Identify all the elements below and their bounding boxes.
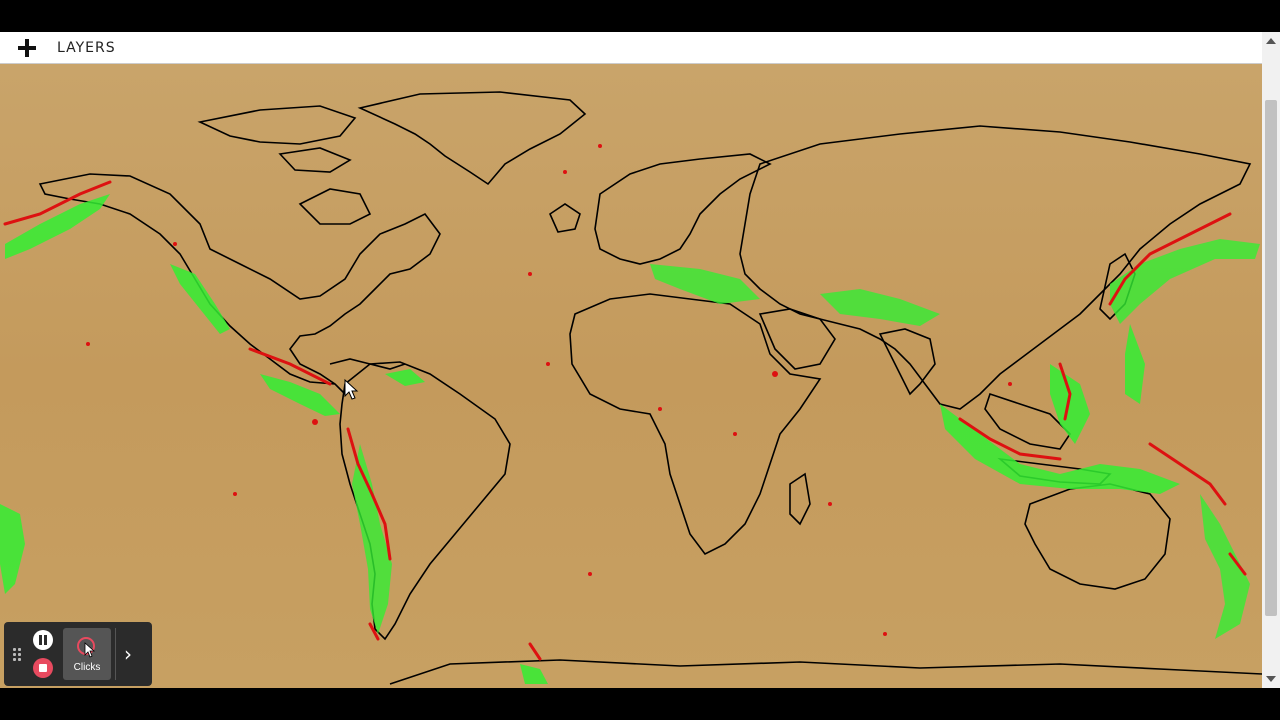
chevron-right-icon[interactable]: › xyxy=(124,642,132,666)
clicks-label: Clicks xyxy=(73,661,101,673)
page-scrollbar[interactable] xyxy=(1262,32,1280,688)
map-canvas xyxy=(0,64,1262,688)
ocean-floor-relief xyxy=(0,64,1262,688)
recorder-divider xyxy=(115,628,116,680)
click-cursor-icon xyxy=(76,636,98,658)
scroll-up-icon[interactable] xyxy=(1266,38,1276,44)
layers-label[interactable]: LAYERS xyxy=(57,40,116,56)
layers-toolbar: LAYERS xyxy=(0,32,1262,64)
clicks-button[interactable]: Clicks xyxy=(63,628,111,680)
pause-icon[interactable] xyxy=(33,630,53,650)
screen-recorder-panel: Clicks › xyxy=(4,622,152,686)
world-map[interactable] xyxy=(0,64,1262,688)
plus-icon[interactable] xyxy=(17,38,37,58)
scroll-thumb[interactable] xyxy=(1265,100,1277,616)
bottom-letterbox xyxy=(0,688,1280,720)
top-letterbox xyxy=(0,0,1280,32)
scroll-down-icon[interactable] xyxy=(1266,676,1276,682)
grip-icon[interactable] xyxy=(13,647,23,661)
stop-icon[interactable] xyxy=(33,658,53,678)
